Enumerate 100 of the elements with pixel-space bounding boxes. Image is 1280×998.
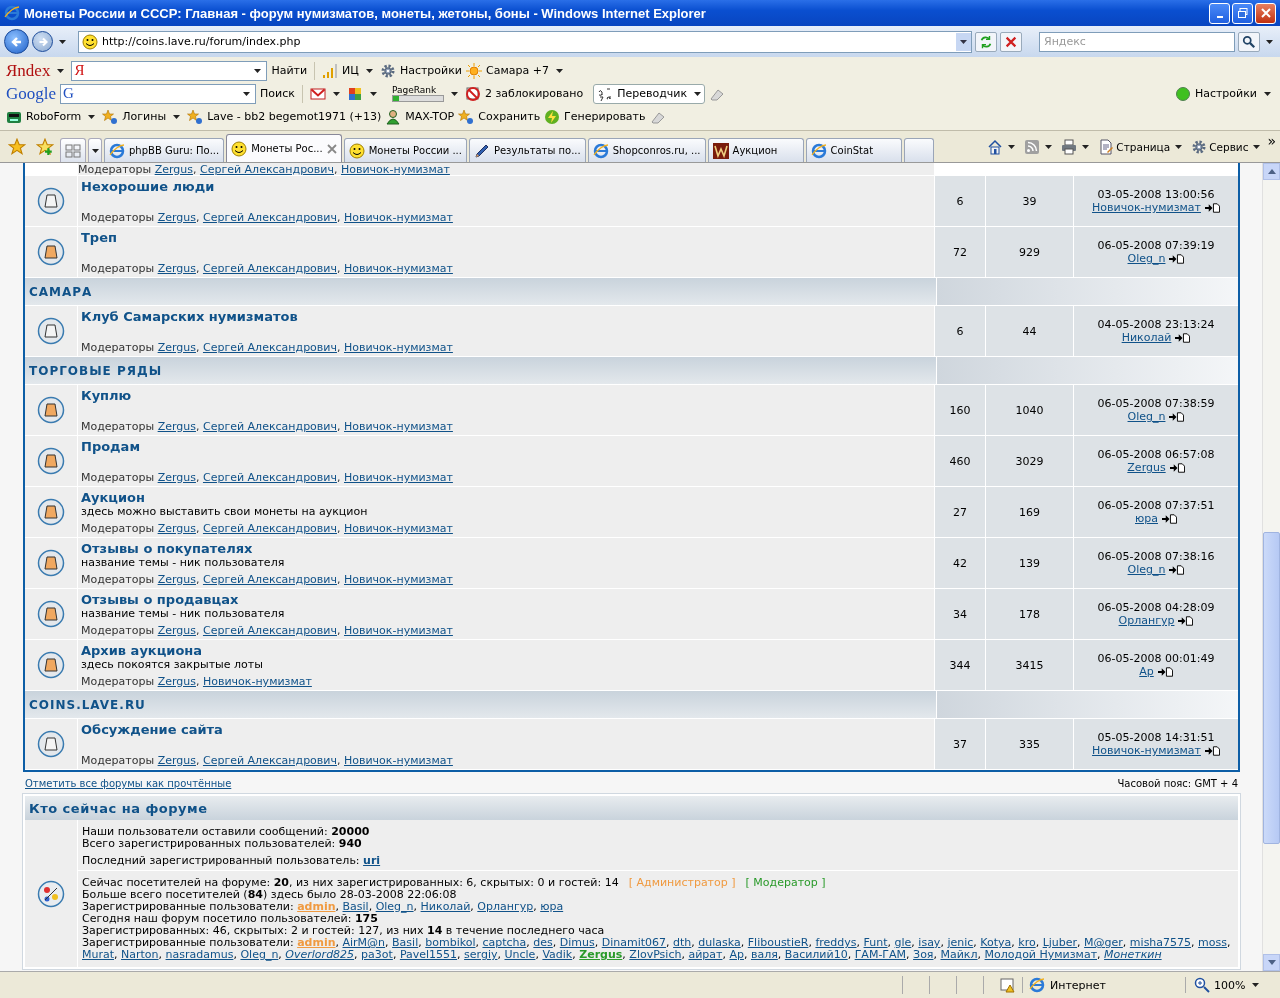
history-caret-icon[interactable] [59, 39, 66, 44]
username-link[interactable]: sergiy [464, 948, 498, 961]
caret-icon[interactable] [1008, 144, 1016, 149]
moderator-link[interactable]: Сергей Александрович [202, 624, 337, 637]
pagerank-meter[interactable]: PageRank [391, 85, 444, 102]
caret-icon[interactable] [173, 114, 181, 119]
caret-icon[interactable] [694, 91, 702, 96]
caret-icon[interactable] [369, 91, 377, 96]
caret-icon[interactable] [450, 91, 458, 96]
moderator-link[interactable]: Zergus [157, 341, 196, 354]
forum-title-link[interactable]: Отзывы о покупателях [81, 541, 253, 556]
last-post-author-link[interactable]: Oleg_n [1127, 563, 1166, 576]
last-post-author-link[interactable]: юра [1135, 512, 1158, 525]
caret-icon[interactable] [332, 91, 340, 96]
username-link[interactable]: Василий10 [784, 948, 848, 961]
forum-title-link[interactable]: Треп [81, 230, 117, 245]
go-to-post-icon[interactable] [1162, 513, 1177, 524]
username-link[interactable]: Basil [342, 900, 369, 913]
toolbar-button[interactable]: Самара +7 [466, 60, 549, 81]
username-link[interactable]: Ap [729, 948, 744, 961]
moderator-link[interactable]: Новичок-нумизмат [344, 471, 453, 484]
moderator-link[interactable]: Сергей Александрович [202, 341, 337, 354]
back-button[interactable] [4, 29, 29, 54]
username-link[interactable]: kro [1018, 936, 1036, 949]
forum-title-link[interactable]: Клуб Самарских нумизматов [81, 309, 298, 324]
moderator-link[interactable]: Сергей Александрович [202, 262, 337, 275]
forward-button[interactable] [32, 31, 53, 52]
caret-icon[interactable] [365, 68, 373, 73]
go-to-post-icon[interactable] [1204, 745, 1220, 756]
browser-tab[interactable]: Монеты России ... [343, 138, 467, 162]
moderator-link[interactable]: Zergus [157, 624, 196, 637]
more-commands-icon[interactable]: » [1267, 133, 1276, 149]
caret-icon[interactable] [1175, 144, 1183, 149]
last-post-author-link[interactable]: Zergus [1127, 461, 1166, 474]
username-link[interactable]: AirM@n [342, 936, 386, 949]
go-to-post-icon[interactable] [1169, 564, 1185, 575]
username-link[interactable]: Монеткин [1104, 948, 1162, 961]
username-link[interactable]: Overlord825 [285, 948, 355, 961]
moderator-link[interactable]: Zergus [157, 522, 196, 535]
command-button[interactable]: Сервис [1189, 134, 1266, 159]
username-link[interactable]: Молодой Нумизмат [984, 948, 1098, 961]
toolbar-button[interactable]: Поиск [260, 83, 295, 104]
username-link[interactable]: des [533, 936, 553, 949]
username-link[interactable]: pa3ot [361, 948, 393, 961]
scroll-down-button[interactable] [1263, 954, 1280, 971]
moderator-link[interactable]: Сергей Александрович [202, 471, 337, 484]
moderator-link[interactable]: Zergus [157, 675, 196, 688]
caret-icon[interactable] [88, 114, 96, 119]
moderator-link[interactable]: Новичок-нумизмат [344, 624, 453, 637]
moderator-link[interactable]: Zergus [157, 420, 196, 433]
scroll-up-button[interactable] [1263, 163, 1280, 180]
last-post-author-link[interactable]: Oleg_n [1127, 410, 1166, 423]
forum-title-link[interactable]: Аукцион [81, 490, 146, 505]
dropdown-button[interactable] [956, 32, 971, 51]
toolbar-search-field[interactable]: G [60, 83, 257, 104]
moderator-link[interactable]: Новичок-нумизмат [344, 262, 453, 275]
caret-icon[interactable] [57, 68, 65, 73]
moderator-link[interactable]: Новичок-нумизмат [202, 675, 312, 688]
username-link[interactable]: freddys [815, 936, 857, 949]
username-link[interactable]: Funt [863, 936, 888, 949]
username-link[interactable]: Pavel1551 [399, 948, 458, 961]
address-field[interactable]: http://coins.lave.ru/forum/index.php [78, 30, 972, 53]
username-link[interactable]: Dimus [559, 936, 595, 949]
translator-button[interactable]: Переводчик [593, 83, 706, 104]
moderator-link[interactable]: Zergus [157, 262, 196, 275]
moderator-link[interactable]: Новичок-нумизмат [344, 573, 453, 586]
go-to-post-icon[interactable] [1169, 462, 1185, 473]
maximize-button[interactable] [1232, 2, 1253, 24]
toolbar-button[interactable]: MAX-TOP [385, 106, 455, 127]
moderator-link[interactable]: Новичок-нумизмат [341, 163, 450, 175]
toolbar-button[interactable]: Настройки [379, 60, 462, 81]
moderator-link[interactable]: Zergus [157, 211, 196, 224]
username-link[interactable]: misha7575 [1129, 936, 1192, 949]
minimize-button[interactable] [1209, 2, 1230, 24]
tab-list-button[interactable] [88, 138, 102, 162]
browser-tab[interactable]: Аукцион [707, 138, 804, 162]
username-link[interactable]: dulaska [698, 936, 741, 949]
go-to-post-icon[interactable] [1204, 202, 1220, 213]
search-button[interactable] [1238, 31, 1260, 52]
caret-icon[interactable] [1082, 144, 1090, 149]
moderator-link[interactable]: Новичок-нумизмат [344, 754, 453, 767]
username-link[interactable]: валя [750, 948, 778, 961]
username-link[interactable]: юра [540, 900, 564, 913]
toolbar-button[interactable]: Найти [271, 60, 308, 81]
go-to-post-icon[interactable] [1157, 666, 1173, 677]
username-link[interactable]: Майкл [940, 948, 978, 961]
username-link[interactable]: ГАМ-ГАМ [854, 948, 907, 961]
go-to-post-icon[interactable] [1169, 253, 1185, 264]
search-caret-icon[interactable] [1266, 39, 1273, 44]
stop-button[interactable] [1000, 31, 1022, 52]
last-post-author-link[interactable]: Новичок-нумизмат [1092, 201, 1201, 214]
caret-icon[interactable] [555, 68, 563, 73]
go-to-post-icon[interactable] [1178, 615, 1194, 626]
add-favorite-icon[interactable] [36, 137, 54, 156]
caret-icon[interactable] [1045, 144, 1053, 149]
moderator-link[interactable]: Сергей Александрович [202, 754, 337, 767]
go-to-post-icon[interactable] [1169, 411, 1185, 422]
caret-icon[interactable] [1264, 91, 1271, 96]
username-link[interactable]: uri [363, 854, 381, 867]
moderator-link[interactable]: Новичок-нумизмат [344, 341, 453, 354]
